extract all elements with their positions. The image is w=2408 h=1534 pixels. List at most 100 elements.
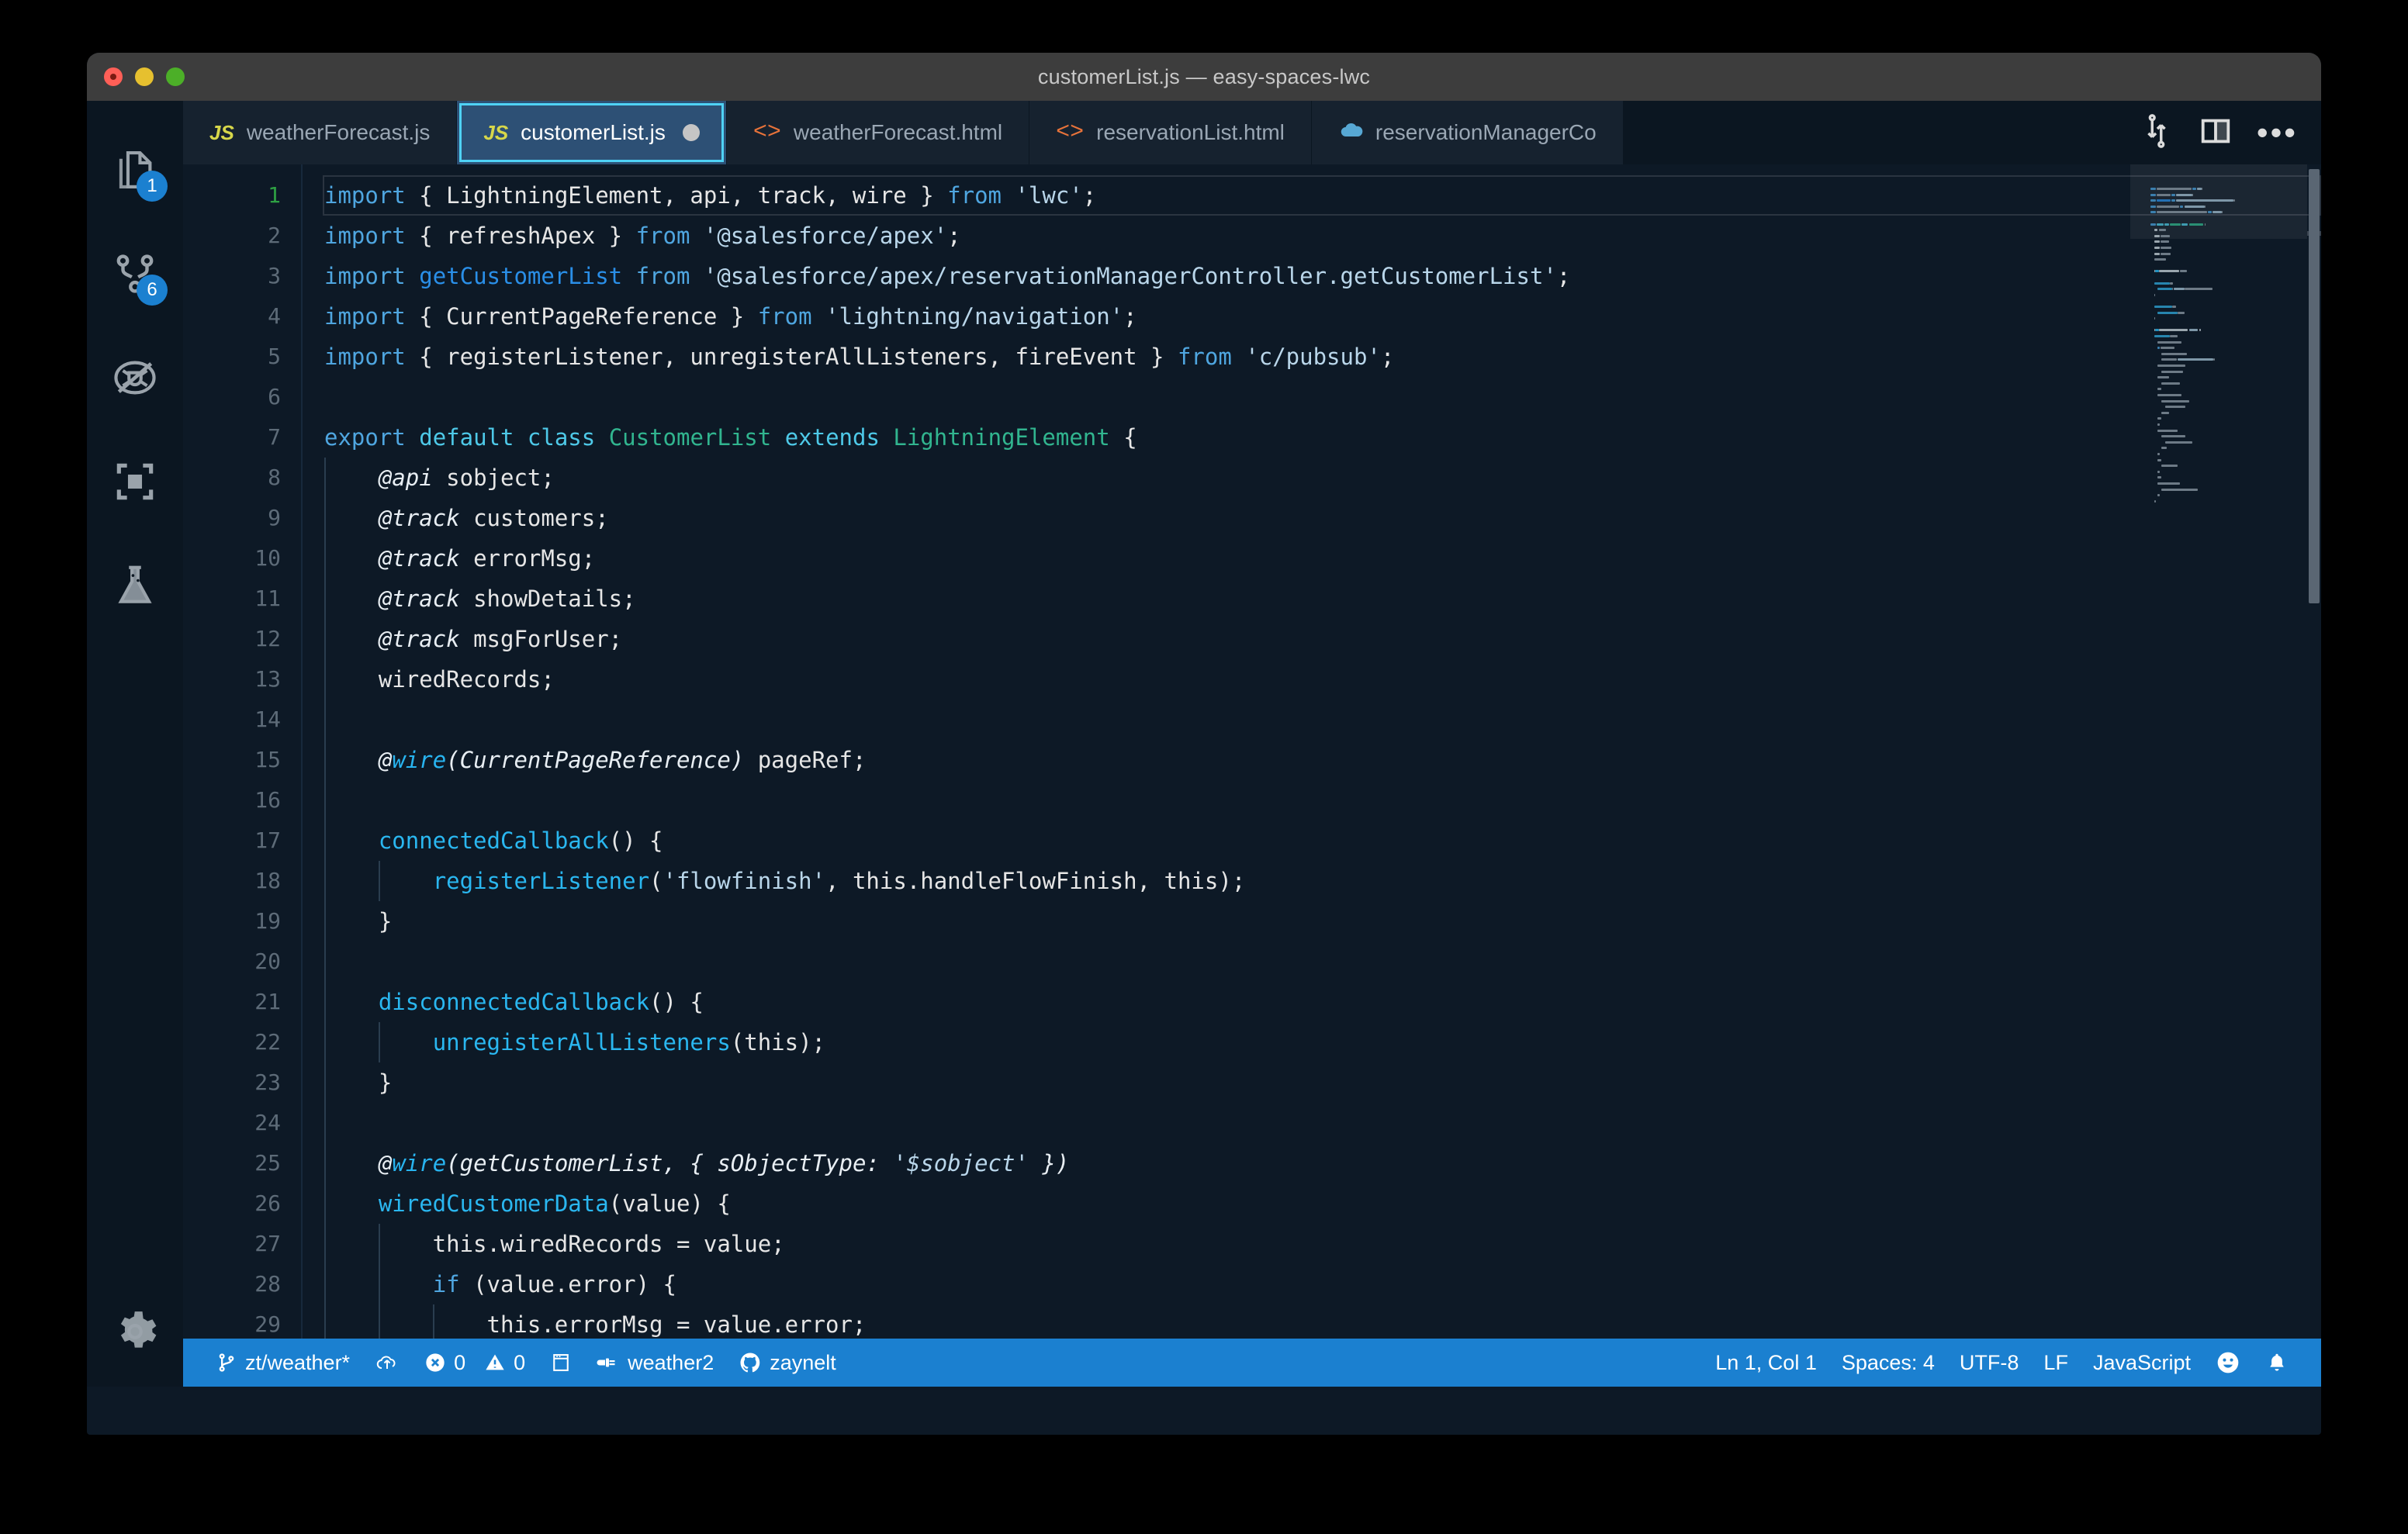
close-button[interactable] — [104, 67, 123, 86]
scrollbar-thumb[interactable] — [2309, 169, 2320, 603]
zoom-button[interactable] — [166, 67, 185, 86]
code-line: import { CurrentPageReference } from 'li… — [324, 303, 1137, 330]
sidebar-item-settings[interactable] — [87, 1297, 183, 1366]
line-number: 8 — [268, 465, 281, 490]
line-number: 29 — [254, 1311, 281, 1337]
indent-guide — [379, 1224, 380, 1339]
status-notifications[interactable] — [2253, 1339, 2301, 1387]
line-number: 17 — [254, 827, 281, 853]
js-icon: JS — [209, 120, 234, 144]
line-number: 10 — [254, 545, 281, 571]
line-number: 18 — [254, 868, 281, 893]
code-line: unregisterAllListeners(this); — [432, 1029, 826, 1055]
code-line: import { LightningElement, api, track, w… — [324, 182, 1097, 209]
sidebar-item-run-and-debug[interactable] — [87, 326, 183, 430]
line-number: 21 — [254, 989, 281, 1014]
explorer-badge: 1 — [137, 171, 168, 202]
code-line: @api sobject; — [378, 465, 555, 491]
cloud-upload-icon — [375, 1352, 400, 1373]
traffic-lights — [104, 53, 185, 101]
minimize-button[interactable] — [135, 67, 154, 86]
sidebar-item-testing[interactable] — [87, 534, 183, 637]
status-terminal[interactable] — [538, 1339, 584, 1387]
line-number: 2 — [268, 223, 281, 248]
tab-label: weatherForecast.js — [246, 120, 431, 144]
status-sync[interactable] — [362, 1339, 412, 1387]
line-number: 5 — [268, 344, 281, 369]
line-number: 3 — [268, 263, 281, 288]
code-line: @wire(getCustomerList, { sObjectType: '$… — [378, 1150, 1070, 1176]
source-code[interactable]: import { LightningElement, api, track, w… — [303, 175, 2321, 1339]
status-problems[interactable]: 0 0 — [412, 1339, 538, 1387]
line-number: 12 — [254, 626, 281, 651]
tab-label: reservationList.html — [1096, 120, 1285, 144]
line-number: 28 — [254, 1271, 281, 1297]
tab-weatherForecast-js[interactable]: JS weatherForecast.js — [183, 101, 458, 164]
code-line: export default class CustomerList extend… — [324, 424, 1137, 451]
line-number: 22 — [254, 1029, 281, 1055]
run-and-sync-icon[interactable] — [2139, 113, 2174, 153]
window-body: 1 6 JS weatherForecast.js JS customerLis… — [87, 101, 2321, 1387]
line-number: 4 — [268, 303, 281, 329]
line-number: 13 — [254, 666, 281, 692]
tab-reservationManagerController-cls[interactable]: reservationManagerCo — [1311, 101, 1624, 164]
tab-weatherForecast-html[interactable]: <> weatherForecast.html — [726, 101, 1030, 164]
unsaved-indicator[interactable] — [682, 124, 700, 141]
status-feedback[interactable] — [2203, 1339, 2253, 1387]
line-number: 6 — [268, 384, 281, 409]
debug-disabled-icon — [114, 361, 156, 395]
sidebar-item-extensions[interactable] — [87, 430, 183, 534]
sidebar-item-explorer[interactable]: 1 — [87, 118, 183, 222]
code-line: import getCustomerList from '@salesforce… — [324, 263, 1571, 289]
status-eol[interactable]: LF — [2031, 1339, 2081, 1387]
code-line: wiredCustomerData(value) { — [378, 1190, 731, 1217]
github-icon — [739, 1351, 762, 1374]
line-number: 26 — [254, 1190, 281, 1216]
more-actions-icon[interactable]: ••• — [2257, 116, 2298, 149]
code-line: import { registerListener, unregisterAll… — [324, 344, 1395, 370]
status-bar-right: Ln 1, Col 1 Spaces: 4 UTF-8 LF JavaScrip… — [1703, 1339, 2301, 1387]
html-icon: <> — [752, 119, 781, 146]
status-account[interactable]: zaynelt — [726, 1339, 849, 1387]
tab-customerList-js[interactable]: JS customerList.js — [457, 101, 727, 164]
smiley-icon — [2216, 1350, 2240, 1375]
status-branch-label: zt/weather* — [245, 1350, 351, 1374]
status-encoding[interactable]: UTF-8 — [1947, 1339, 2032, 1387]
status-org-label: weather2 — [628, 1350, 714, 1374]
status-errors-count: 0 — [454, 1350, 466, 1374]
gear-icon — [120, 1311, 157, 1348]
code-content[interactable]: import { LightningElement, api, track, w… — [301, 164, 2321, 1339]
extensions-icon — [116, 463, 154, 500]
terminal-panel-icon — [550, 1352, 572, 1373]
split-editor-icon[interactable] — [2198, 113, 2233, 153]
indent-guide — [379, 861, 380, 901]
indent-guide — [433, 1304, 434, 1339]
line-number: 25 — [254, 1150, 281, 1176]
tab-label: reservationManagerCo — [1375, 120, 1597, 144]
line-number: 23 — [254, 1069, 281, 1095]
line-number: 11 — [254, 586, 281, 611]
vertical-scrollbar[interactable] — [2307, 164, 2321, 1339]
beaker-icon — [118, 565, 152, 603]
code-line: @track errorMsg; — [378, 545, 596, 572]
status-branch[interactable]: zt/weather* — [203, 1339, 362, 1387]
line-number: 20 — [254, 948, 281, 974]
line-number: 16 — [254, 787, 281, 813]
line-number-gutter: 1 2 3 4 5 6 7 8 9 10 11 12 13 14 15 16 17 18 19 20 21 22 23 24 2… — [183, 164, 301, 1339]
activity-bar-bottom — [87, 1297, 183, 1366]
line-number: 14 — [254, 707, 281, 732]
status-org[interactable]: weather2 — [584, 1339, 726, 1387]
status-warnings-count: 0 — [514, 1350, 526, 1374]
sidebar-item-source-control[interactable]: 6 — [87, 222, 183, 326]
line-number: 9 — [268, 505, 281, 530]
plug-icon — [597, 1352, 620, 1373]
status-cursor-position[interactable]: Ln 1, Col 1 — [1703, 1339, 1829, 1387]
window-title: customerList.js — easy-spaces-lwc — [1037, 64, 1371, 88]
bell-icon — [2265, 1351, 2289, 1374]
title-bar: customerList.js — easy-spaces-lwc — [87, 53, 2321, 101]
code-editor[interactable]: 1 2 3 4 5 6 7 8 9 10 11 12 13 14 15 16 17 18 19 20 21 22 23 24 2… — [183, 164, 2321, 1339]
indent-guide — [379, 1022, 380, 1062]
status-indentation[interactable]: Spaces: 4 — [1829, 1339, 1947, 1387]
status-language-mode[interactable]: JavaScript — [2081, 1339, 2203, 1387]
tab-reservationList-html[interactable]: <> reservationList.html — [1029, 101, 1312, 164]
